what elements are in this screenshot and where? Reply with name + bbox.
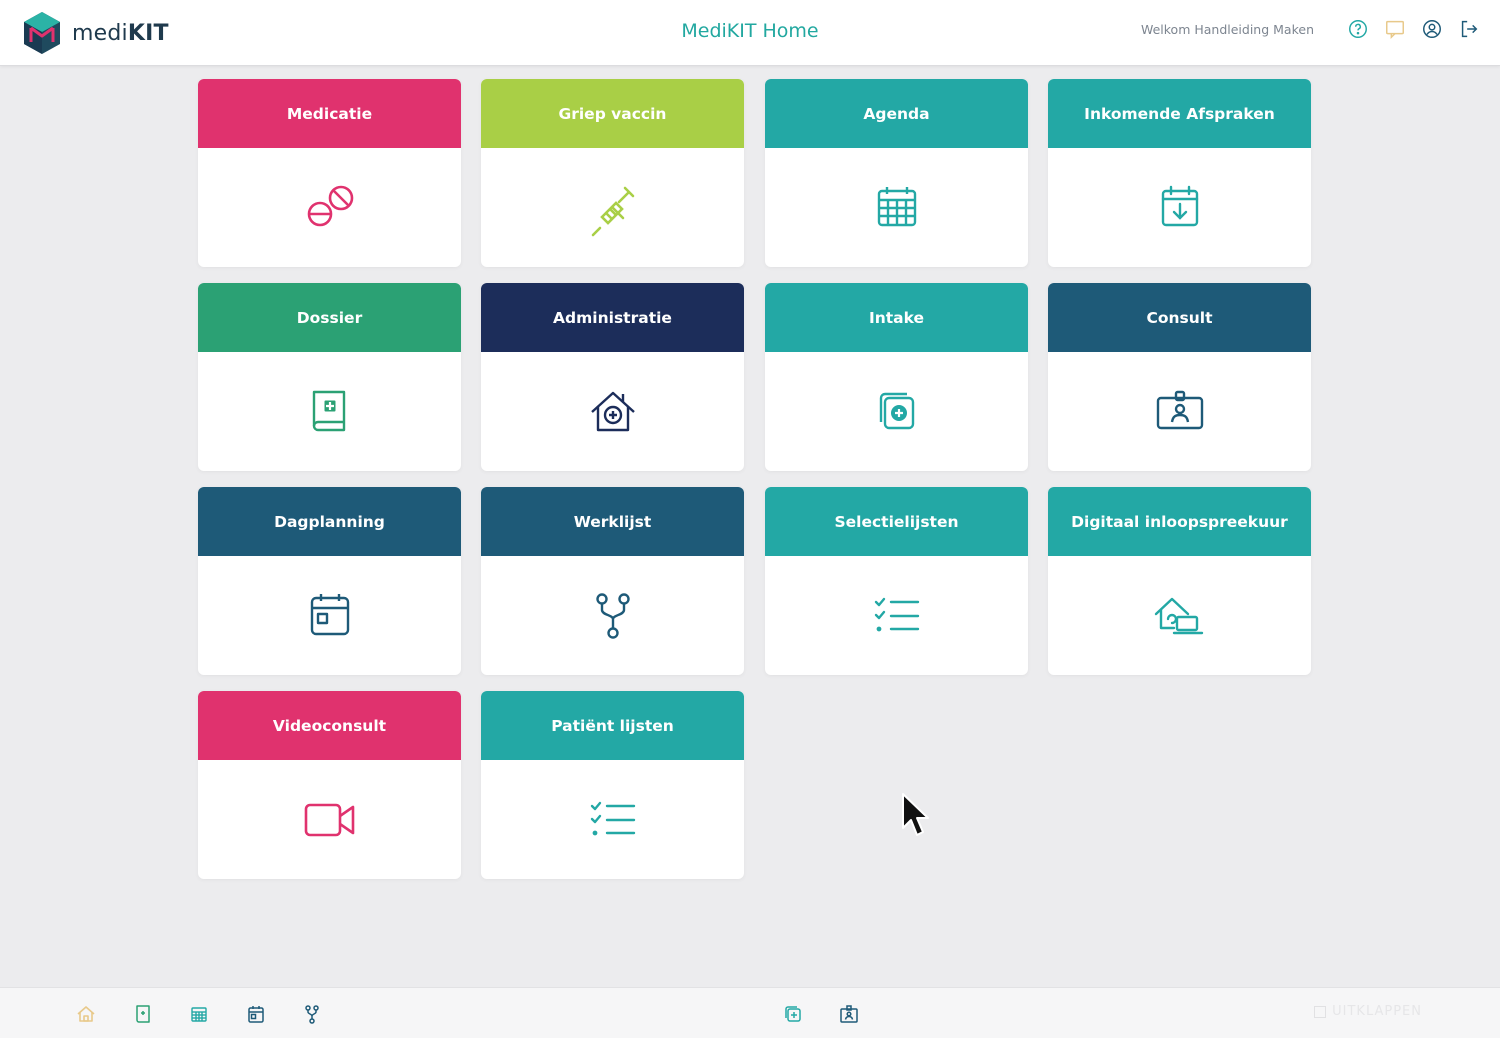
tile-patient-lijsten[interactable]: Patiënt lijsten [481, 691, 744, 879]
tile-medicatie[interactable]: Medicatie [198, 79, 461, 267]
checklist-icon [590, 801, 635, 835]
checklist-icon [874, 597, 919, 631]
chat-icon[interactable] [1384, 18, 1406, 40]
calendar-download-icon [1161, 185, 1198, 226]
home-laptop-icon [1154, 597, 1203, 634]
id-badge-icon [1156, 390, 1203, 429]
tile-label: Administratie [481, 283, 744, 352]
tile-agenda[interactable]: Agenda [765, 79, 1028, 267]
tile-label: Videoconsult [198, 691, 461, 760]
tile-label: Consult [1048, 283, 1311, 352]
tile-inkomende-afspraken[interactable]: Inkomende Afspraken [1048, 79, 1311, 267]
tile-dossier[interactable]: Dossier [198, 283, 461, 471]
mouse-cursor-icon [902, 793, 929, 836]
tile-label: Medicatie [198, 79, 461, 148]
tile-werklijst[interactable]: Werklijst [481, 487, 744, 675]
tile-label: Patiënt lijsten [481, 691, 744, 760]
tile-intake[interactable]: Intake [765, 283, 1028, 471]
calendar-day-icon [310, 593, 349, 635]
home-icon[interactable] [74, 1002, 98, 1026]
logout-icon[interactable] [1458, 18, 1480, 40]
tile-label: Intake [765, 283, 1028, 352]
welcome-text: Welkom Handleiding Maken [1140, 21, 1314, 37]
dagplanning-icon[interactable] [244, 1002, 268, 1026]
agenda-icon[interactable] [187, 1002, 211, 1026]
pills-icon [307, 185, 353, 226]
tile-label: Werklijst [481, 487, 744, 556]
bottom-toolbar: UITKLAPPEN [0, 987, 1500, 1038]
tile-selectielijsten[interactable]: Selectielijsten [765, 487, 1028, 675]
copy-plus-icon [879, 392, 914, 429]
medical-house-icon [590, 391, 635, 431]
expand-label: UITKLAPPEN [1332, 1004, 1422, 1019]
tile-griep-vaccin[interactable]: Griep vaccin [481, 79, 744, 267]
tile-label: Digitaal inloopspreekuur [1048, 487, 1311, 556]
consult-icon[interactable] [837, 1002, 861, 1026]
workflow-icon [595, 592, 630, 639]
syringe-icon [591, 186, 634, 236]
top-header: mediKIT MediKIT Home Welkom Handleiding … [0, 0, 1500, 66]
werklijst-icon[interactable] [300, 1002, 324, 1026]
video-camera-icon [304, 803, 354, 836]
tile-label: Selectielijsten [765, 487, 1028, 556]
tile-label: Dossier [198, 283, 461, 352]
tile-label: Agenda [765, 79, 1028, 148]
tile-digitaal-inloopspreekuur[interactable]: Digitaal inloopspreekuur [1048, 487, 1311, 675]
tile-dagplanning[interactable]: Dagplanning [198, 487, 461, 675]
intake-icon[interactable] [781, 1002, 805, 1026]
tile-label: Inkomende Afspraken [1048, 79, 1311, 148]
help-icon[interactable] [1347, 18, 1369, 40]
tile-administratie[interactable]: Administratie [481, 283, 744, 471]
tile-label: Dagplanning [198, 487, 461, 556]
medical-book-icon [312, 390, 345, 431]
calendar-grid-icon [877, 186, 916, 226]
user-icon[interactable] [1421, 18, 1443, 40]
tile-videoconsult[interactable]: Videoconsult [198, 691, 461, 879]
expand-button[interactable]: UITKLAPPEN [1314, 1004, 1422, 1019]
dossier-icon[interactable] [131, 1002, 155, 1026]
tile-label: Griep vaccin [481, 79, 744, 148]
expand-icon [1314, 1005, 1327, 1018]
tile-consult[interactable]: Consult [1048, 283, 1311, 471]
